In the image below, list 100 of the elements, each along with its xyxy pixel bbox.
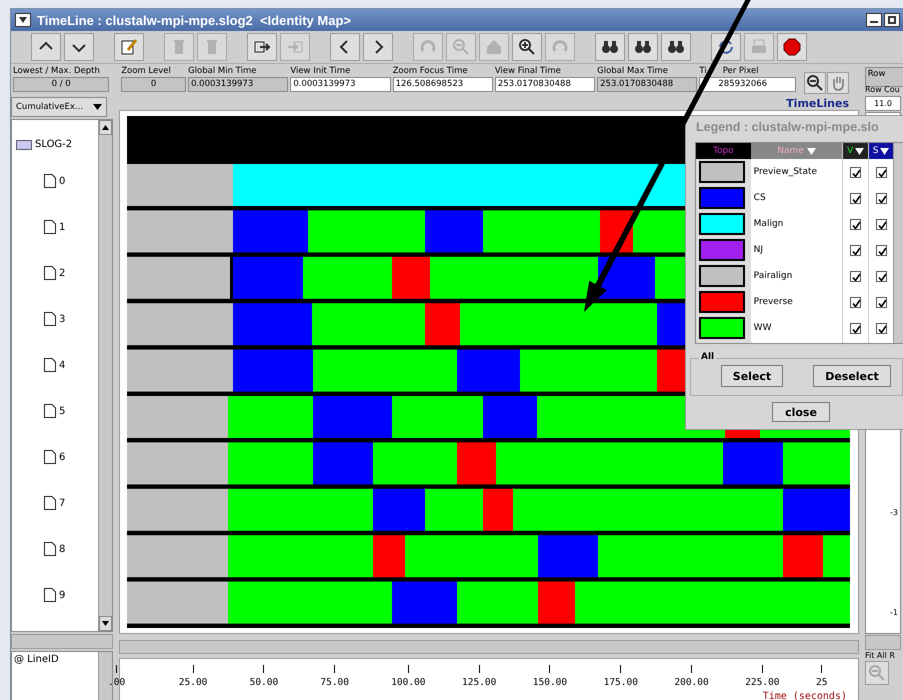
- scrollbar[interactable]: [119, 640, 859, 654]
- field-label: Ti: [699, 66, 707, 76]
- checkbox[interactable]: [850, 244, 862, 256]
- tree-item[interactable]: 8: [59, 544, 66, 554]
- toolbar-button[interactable]: [64, 33, 94, 61]
- tick-label: 200.00: [674, 676, 709, 688]
- toolbar-button[interactable]: [777, 33, 807, 61]
- tree-item[interactable]: 5: [59, 406, 66, 416]
- depth-field: 0 / 0: [13, 77, 110, 92]
- legend-button[interactable]: Select: [721, 365, 783, 387]
- tree-item[interactable]: 3: [59, 314, 66, 324]
- folder-icon: [16, 138, 32, 150]
- state-bar: [783, 442, 850, 484]
- zoom-out-icon: [804, 73, 825, 93]
- checkbox[interactable]: [876, 192, 887, 204]
- checkbox[interactable]: [876, 166, 887, 178]
- color-swatch[interactable]: [699, 291, 745, 313]
- stop-icon: [782, 37, 802, 57]
- color-swatch[interactable]: [699, 187, 745, 209]
- home-icon: [484, 37, 504, 57]
- minimize-button[interactable]: [866, 13, 882, 27]
- legend-label: Pairalign: [754, 271, 792, 281]
- tree-item[interactable]: 9: [59, 590, 66, 600]
- fit-label: Fit All R: [865, 651, 896, 660]
- tree-item[interactable]: 7: [59, 498, 66, 508]
- close-button[interactable]: close: [772, 402, 830, 422]
- zoom-button[interactable]: [804, 72, 826, 94]
- toolbar-button[interactable]: [247, 33, 277, 61]
- checkbox[interactable]: [876, 270, 887, 282]
- tree-item[interactable]: 1: [59, 222, 66, 232]
- file-icon: [44, 542, 56, 556]
- window-menu-button[interactable]: [15, 13, 31, 27]
- scale-label: -3: [890, 508, 898, 517]
- scrollbar[interactable]: [893, 143, 903, 343]
- checkbox[interactable]: [876, 244, 887, 256]
- maximize-button[interactable]: [884, 13, 900, 27]
- color-swatch[interactable]: [699, 265, 745, 287]
- tree-item[interactable]: 0: [59, 176, 66, 186]
- color-swatch[interactable]: [699, 161, 745, 183]
- field-label: Zoom Level: [121, 66, 172, 76]
- column-header[interactable]: Topo: [696, 143, 751, 159]
- tick-label: 225.00: [745, 676, 780, 688]
- time-field[interactable]: 253.0170830488: [494, 77, 596, 92]
- tick-label: 150.00: [532, 676, 568, 688]
- checkbox[interactable]: [850, 192, 862, 204]
- checkbox[interactable]: [850, 166, 862, 178]
- scrollbar[interactable]: [865, 635, 901, 650]
- color-swatch[interactable]: [699, 213, 745, 235]
- tree-item[interactable]: 6: [59, 452, 66, 462]
- toolbar-button[interactable]: [595, 33, 625, 61]
- checkbox[interactable]: [850, 270, 862, 282]
- column-header[interactable]: V: [847, 146, 854, 156]
- toolbar-button[interactable]: [363, 33, 393, 61]
- toolbar-button[interactable]: [661, 33, 691, 61]
- column-header[interactable]: S: [872, 146, 878, 156]
- toolbar-button[interactable]: [114, 33, 144, 61]
- scrollbar[interactable]: [11, 634, 113, 649]
- tick-label: 25: [816, 676, 828, 688]
- toolbar-button[interactable]: [628, 33, 658, 61]
- sort-icon[interactable]: [855, 148, 864, 154]
- scrollbar[interactable]: [98, 652, 112, 700]
- toolbar-button[interactable]: [330, 33, 360, 61]
- legend-button[interactable]: Deselect: [813, 365, 891, 387]
- file-icon: [44, 312, 56, 326]
- file-icon: [44, 404, 56, 418]
- file-icon: [44, 496, 56, 510]
- legend-label: WW: [754, 323, 772, 333]
- tree-item[interactable]: 4: [59, 360, 66, 370]
- checkbox[interactable]: [850, 322, 862, 334]
- hand-icon: [830, 75, 845, 91]
- tick-label: 125.00: [462, 676, 496, 688]
- checkbox[interactable]: [850, 218, 862, 230]
- field-label: Global Min Time: [188, 66, 258, 76]
- checkbox[interactable]: [876, 322, 887, 334]
- state-bar: [233, 256, 303, 299]
- color-swatch[interactable]: [699, 239, 745, 261]
- caret-icon: [93, 104, 102, 110]
- caret-icon: [19, 17, 27, 23]
- file-icon: [44, 266, 56, 280]
- sort-icon[interactable]: [880, 148, 890, 154]
- row-count-field[interactable]: 11.0: [865, 96, 901, 111]
- checkbox[interactable]: [876, 296, 887, 308]
- file-icon: [44, 358, 56, 372]
- scrollbar[interactable]: [98, 120, 112, 631]
- checkbox[interactable]: [850, 296, 862, 308]
- tree-item[interactable]: SLOG-2: [35, 138, 72, 150]
- view-dropdown[interactable]: CumulativeEx...: [11, 97, 107, 117]
- tick-label: 75.00: [320, 676, 349, 688]
- checkbox[interactable]: [876, 218, 887, 230]
- time-field[interactable]: 0.0003139973: [290, 77, 391, 92]
- time-field[interactable]: 126.508698523: [392, 77, 493, 92]
- toolbar-button[interactable]: [31, 33, 61, 61]
- toolbar-button[interactable]: [512, 33, 542, 61]
- color-swatch[interactable]: [699, 317, 745, 339]
- zoom-out-icon: [451, 37, 471, 57]
- time-field[interactable]: 285932066: [699, 77, 796, 92]
- time-field: 0.0003139973: [188, 77, 288, 92]
- field-label: Per Pixel: [722, 66, 759, 76]
- tree-item[interactable]: 2: [59, 268, 66, 278]
- zoom-out-icon: [867, 663, 887, 683]
